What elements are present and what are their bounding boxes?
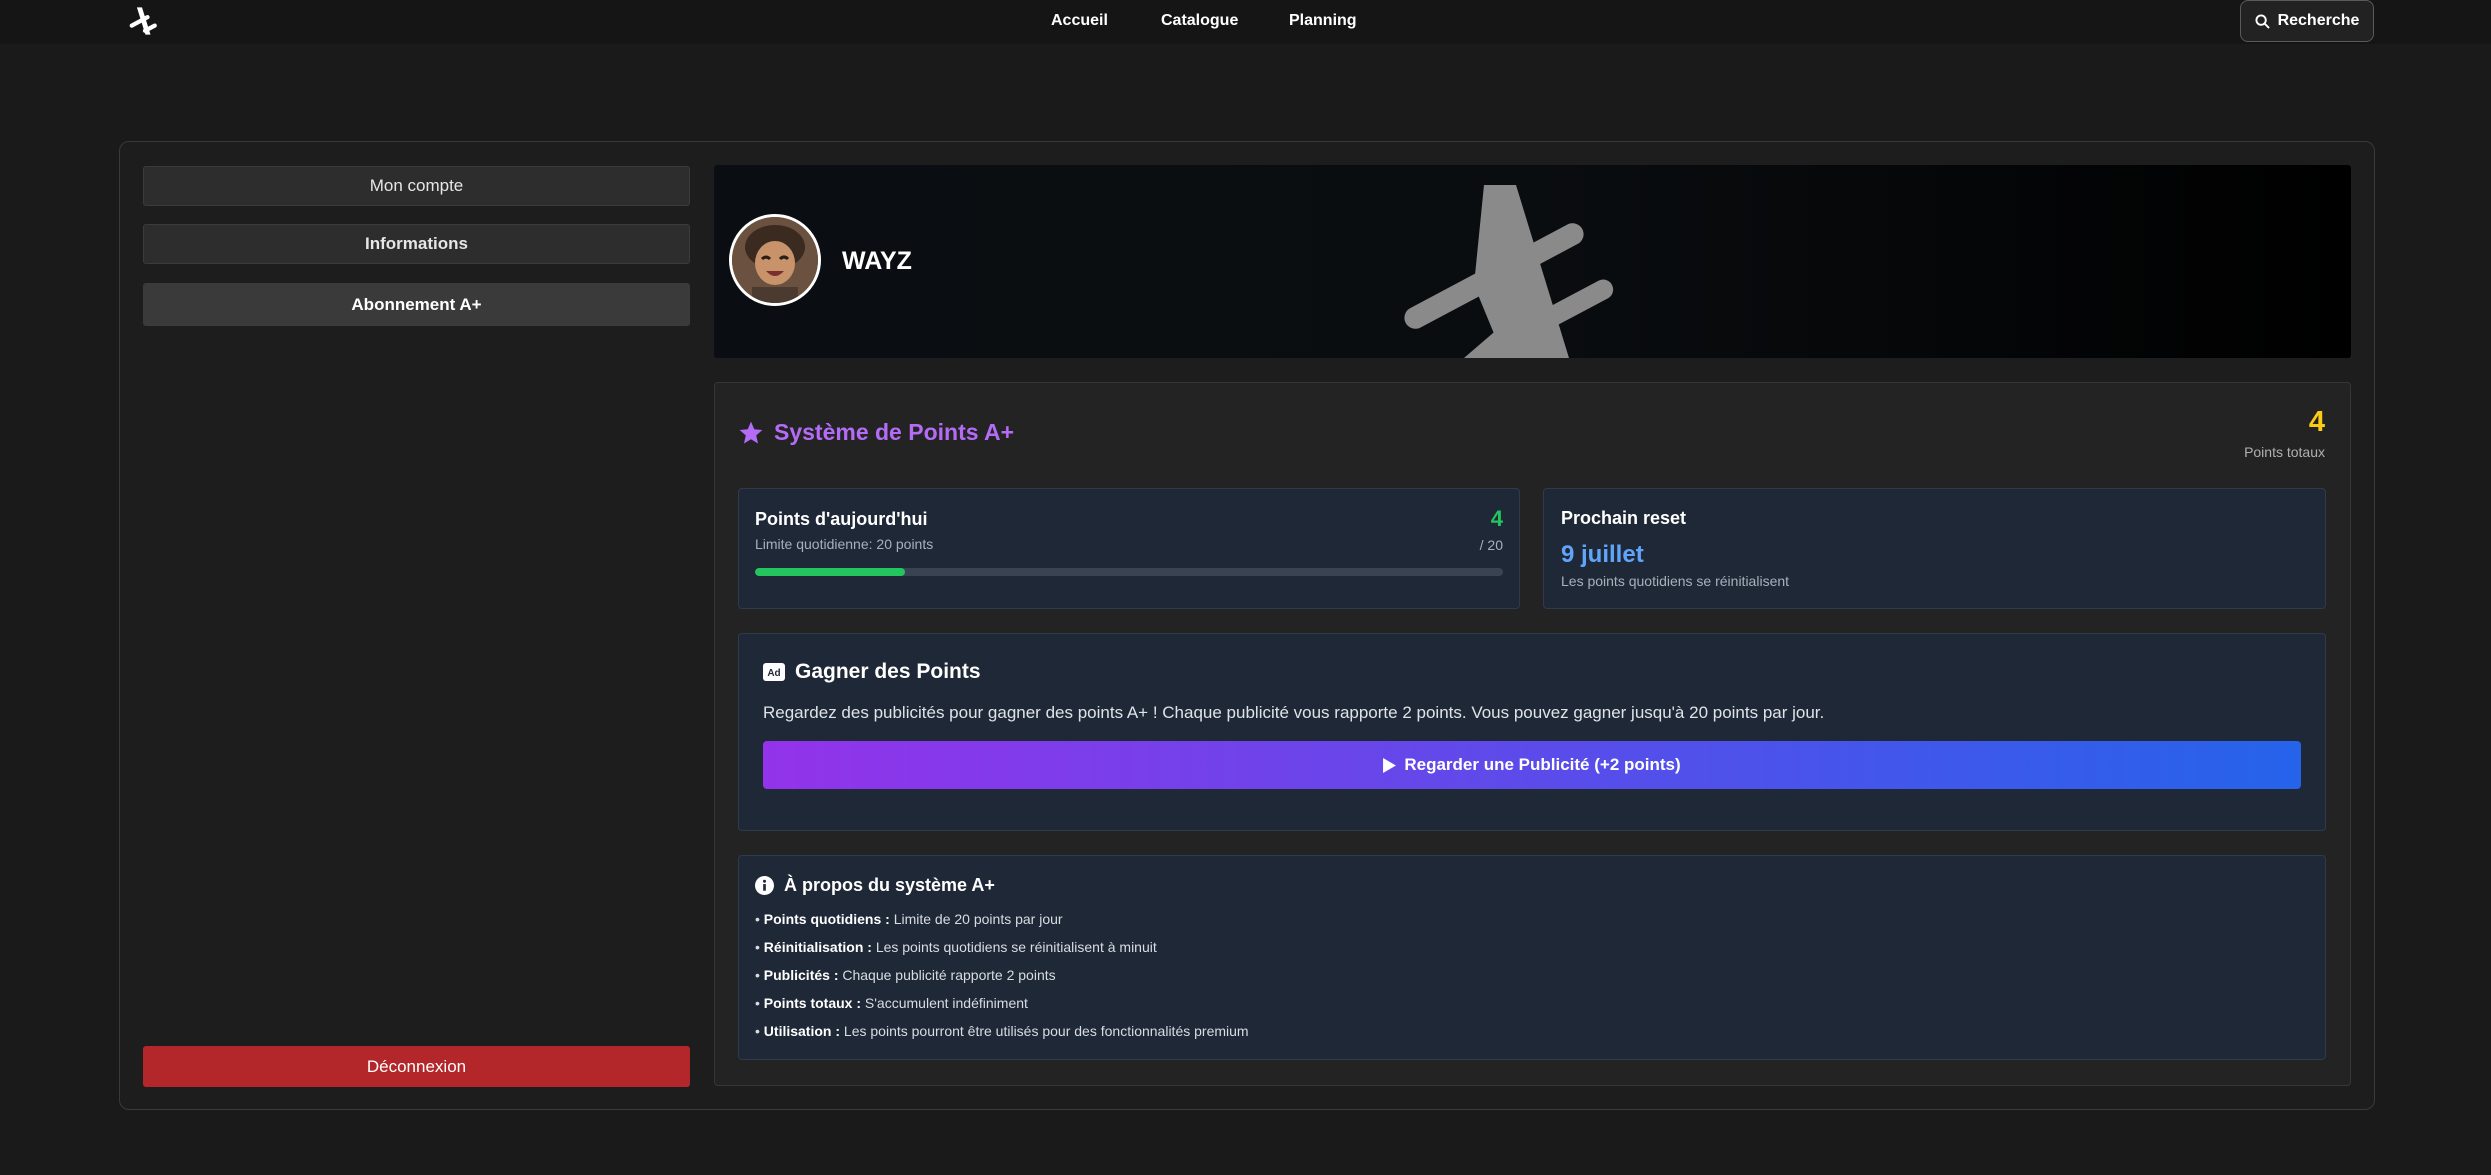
about-title: À propos du système A+	[755, 875, 995, 896]
points-title: Système de Points A+	[738, 419, 1014, 446]
total-points-label: Points totaux	[2244, 444, 2325, 460]
nav-catalogue[interactable]: Catalogue	[1161, 12, 1238, 30]
today-progress-bar	[755, 568, 1503, 576]
sidebar-item-informations[interactable]: Informations	[143, 224, 690, 264]
banner-logo-icon	[1404, 185, 1614, 358]
main-nav: Accueil Catalogue Planning	[0, 0, 2491, 44]
list-item: • Points quotidiens : Limite de 20 point…	[755, 911, 1063, 927]
today-progress-fill	[755, 568, 905, 576]
play-icon	[1383, 757, 1397, 773]
search-button[interactable]: Recherche	[2240, 0, 2374, 42]
earn-description: Regardez des publicités pour gagner des …	[763, 703, 1825, 722]
list-item: • Réinitialisation : Les points quotidie…	[755, 939, 1157, 955]
info-icon	[755, 876, 774, 895]
reset-caption: Les points quotidiens se réinitialisent	[1561, 573, 1790, 589]
today-points-max: / 20	[1479, 537, 1503, 553]
avatar-image	[732, 217, 818, 303]
watch-ad-label: Regarder une Publicité (+2 points)	[1404, 755, 1681, 774]
earn-title: Ad Gagner des Points	[763, 660, 981, 684]
today-limit-text: Limite quotidienne: 20 points	[755, 536, 934, 552]
sidebar-item-abonnement[interactable]: Abonnement A+	[143, 283, 690, 326]
total-points-value: 4	[2308, 406, 2325, 438]
reset-title: Prochain reset	[1561, 508, 1687, 528]
nav-planning[interactable]: Planning	[1289, 12, 1357, 30]
star-icon	[739, 421, 763, 444]
today-points-title: Points d'aujourd'hui	[755, 509, 928, 529]
svg-text:Ad: Ad	[767, 668, 780, 679]
ad-icon: Ad	[763, 663, 785, 681]
points-title-text: Système de Points A+	[774, 419, 1015, 445]
earn-title-text: Gagner des Points	[795, 660, 981, 683]
list-item: • Utilisation : Les points pourront être…	[755, 1023, 1249, 1039]
sidebar-item-mon-compte[interactable]: Mon compte	[143, 166, 690, 206]
profile-banner: WAYZ	[714, 165, 2351, 358]
logout-button[interactable]: Déconnexion	[143, 1046, 690, 1087]
list-item: • Points totaux : S'accumulent indéfinim…	[755, 995, 1028, 1011]
avatar[interactable]	[729, 214, 821, 306]
reset-card	[1543, 488, 2326, 609]
list-item: • Publicités : Chaque publicité rapporte…	[755, 967, 1056, 983]
about-title-text: À propos du système A+	[784, 875, 995, 895]
search-label: Recherche	[2277, 12, 2360, 29]
watch-ad-button[interactable]: Regarder une Publicité (+2 points)	[763, 741, 2301, 789]
top-navbar: Accueil Catalogue Planning Recherche	[0, 0, 2491, 44]
profile-username: WAYZ	[842, 247, 912, 275]
reset-date: 9 juillet	[1561, 541, 1644, 568]
today-points-value: 4	[1490, 506, 1503, 531]
nav-accueil[interactable]: Accueil	[1051, 12, 1108, 30]
search-icon	[2255, 13, 2270, 29]
about-list: • Points quotidiens : Limite de 20 point…	[755, 910, 1249, 1050]
